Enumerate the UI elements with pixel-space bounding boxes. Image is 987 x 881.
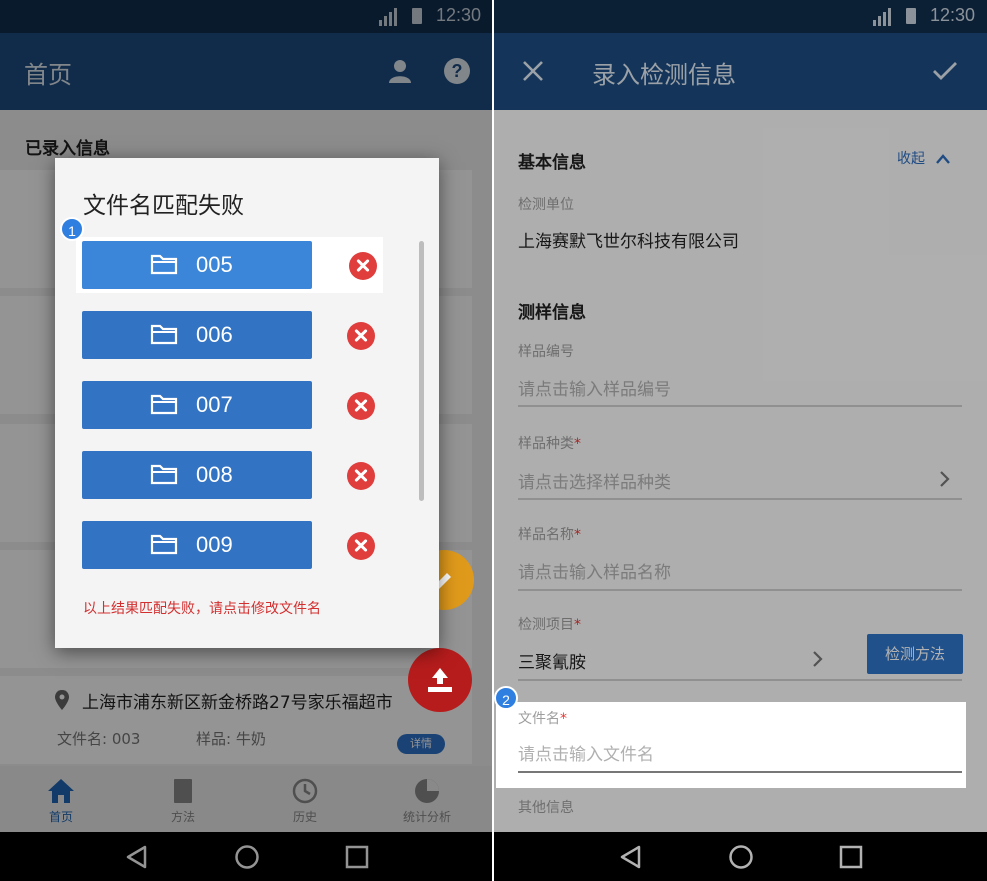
file-button[interactable]: 006 [82,311,312,359]
file-button[interactable]: 008 [82,451,312,499]
delete-icon[interactable] [349,252,377,280]
upload-fab[interactable] [408,648,472,712]
delete-icon[interactable] [347,392,375,420]
error-message: 以上结果匹配失败，请点击修改文件名 [83,601,321,617]
dialog-scrollbar[interactable] [419,241,424,501]
step-badge: 1 [60,217,84,241]
file-button[interactable]: 005 [82,241,312,289]
file-button-label: 006 [196,322,233,347]
delete-icon[interactable] [347,322,375,350]
folder-icon [150,534,178,555]
folder-icon [150,394,178,415]
filename-mismatch-dialog: 文件名匹配失败 006 007 008 009 以上结果匹配失败，请点击修改文件… [55,158,439,648]
file-button-label: 005 [196,252,233,277]
file-row: 007 [55,381,395,429]
folder-icon [150,324,178,345]
file-button-label: 007 [196,392,233,417]
delete-icon[interactable] [347,532,375,560]
folder-icon [150,254,178,275]
step-badge: 2 [494,686,518,710]
folder-icon [150,464,178,485]
file-button[interactable]: 007 [82,381,312,429]
file-row: 006 [55,311,395,359]
filename-label-text: 文件名 [518,711,560,727]
delete-icon[interactable] [347,462,375,490]
upload-icon [428,668,452,692]
file-button-label: 008 [196,462,233,487]
highlighted-filename-field: 文件名* 请点击输入文件名 [496,702,966,788]
filename-label: 文件名* [518,708,567,728]
file-button-label: 009 [196,532,233,557]
file-row: 008 [55,451,395,499]
file-button[interactable]: 009 [82,521,312,569]
dialog-title: 文件名匹配失败 [83,193,244,219]
file-row: 009 [55,521,395,569]
home-screen: 12:30 首页 ? 已录入信息 上海市浦东新区新金桥路27号家乐福超市 文件名… [0,0,492,881]
required-mark: * [560,711,567,727]
highlighted-file-row: 005 [76,237,383,293]
entry-screen: 12:30 录入检测信息 基本信息 收起 检测单位 上海赛默飞世尔科技有限公司 … [494,0,987,881]
filename-underline [518,771,962,773]
filename-input[interactable]: 请点击输入文件名 [518,740,654,765]
